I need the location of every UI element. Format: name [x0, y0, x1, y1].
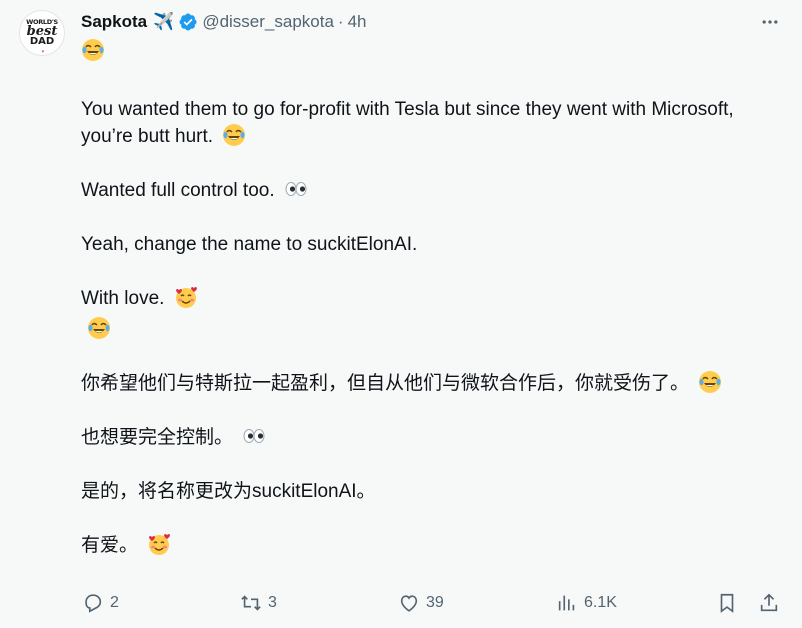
tears-of-joy-emoji-icon [223, 124, 246, 146]
tweet-paragraph-zh-1: 你希望他们与特斯拉一起盈利，但自从他们与微软合作后，你就受伤了。 [81, 370, 781, 397]
author-handle[interactable]: @disser_sapkota [202, 12, 334, 32]
paragraph-zh-1-text: 你希望他们与特斯拉一起盈利，但自从他们与微软合作后，你就受伤了。 [81, 373, 690, 394]
tweet-header: Sapkota ✈️ @disser_sapkota · 4h [81, 10, 367, 34]
paragraph-zh-4-text: 有爱。 [81, 535, 139, 556]
analytics-icon [558, 595, 575, 611]
paragraph-4-text: With love. [81, 288, 165, 309]
avatar-line-3: DAD [29, 36, 55, 47]
tweet-paragraph-1: You wanted them to go for-profit with Te… [81, 96, 781, 150]
eyes-emoji-icon [285, 182, 307, 196]
smiling-face-with-hearts-emoji-icon [149, 534, 171, 555]
tweet-paragraph-zh-4: 有爱。 [81, 532, 781, 559]
reply-count: 2 [110, 594, 119, 611]
tweet: WORLD'S best DAD ♥ Sapkota ✈️ @disser_sa… [0, 0, 802, 628]
paragraph-2-text: Wanted full control too. [81, 180, 275, 201]
bookmark-icon [720, 593, 734, 613]
like-button[interactable]: 39 [398, 588, 444, 618]
tweet-paragraph-2: Wanted full control too. [81, 177, 781, 204]
reply-icon [85, 594, 102, 613]
tweet-paragraph-4: With love. [81, 285, 781, 312]
tweet-text: You wanted them to go for-profit with Te… [81, 38, 781, 559]
reply-button[interactable]: 2 [82, 588, 119, 618]
tears-of-joy-emoji-icon [88, 317, 110, 339]
like-count: 39 [426, 594, 444, 611]
paragraph-zh-2-text: 也想要完全控制。 [81, 427, 234, 448]
tears-of-joy-emoji-icon [699, 371, 722, 393]
avatar[interactable]: WORLD'S best DAD ♥ [19, 10, 65, 56]
more-options-icon[interactable] [758, 12, 782, 32]
view-count: 6.1K [584, 594, 617, 611]
tweet-paragraph-3: Yeah, change the name to suckitElonAI. [81, 231, 781, 258]
author-name[interactable]: Sapkota [81, 12, 147, 32]
separator: · [337, 12, 344, 31]
airplane-icon: ✈️ [153, 12, 175, 31]
views-button[interactable]: 6.1K [556, 588, 617, 618]
heart-icon: ♥ [41, 49, 45, 55]
paragraph-3-text: Yeah, change the name to suckitElonAI. [81, 234, 418, 255]
repost-button[interactable]: 3 [240, 588, 277, 618]
tweet-paragraph-zh-2: 也想要完全控制。 [81, 424, 781, 451]
action-bar: 2 3 39 6.1K [80, 588, 782, 618]
paragraph-zh-3-text: 是的，将名称更改为suckitElonAI。 [81, 481, 376, 502]
bookmark-button[interactable] [716, 588, 738, 618]
repost-count: 3 [268, 594, 277, 611]
heart-icon [400, 595, 418, 612]
tears-of-joy-emoji-icon [82, 39, 104, 61]
eyes-emoji-icon [243, 429, 265, 443]
emoji-line-2 [81, 316, 781, 343]
paragraph-1-text: You wanted them to go for-profit with Te… [81, 99, 734, 147]
timestamp[interactable]: 4h [348, 12, 367, 32]
share-icon [760, 593, 778, 612]
verified-badge-icon [178, 12, 198, 32]
tweet-paragraph-zh-3: 是的，将名称更改为suckitElonAI。 [81, 478, 781, 505]
repost-icon [241, 595, 261, 611]
emoji-line [81, 38, 781, 65]
share-button[interactable] [758, 588, 780, 618]
smiling-face-with-hearts-emoji-icon [175, 287, 197, 308]
